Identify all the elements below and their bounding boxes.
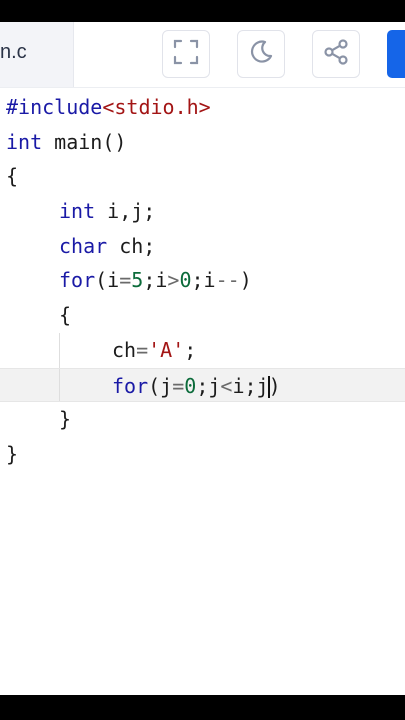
code-token: <stdio.h> — [102, 95, 211, 119]
code-line[interactable]: for(i=5;i>0;i--) — [0, 263, 405, 298]
code-token: 'A' — [148, 337, 185, 362]
code-line-content: #include<stdio.h> — [6, 90, 211, 125]
file-tab[interactable]: n.c — [0, 22, 74, 87]
code-line-content: int i,j; — [59, 194, 155, 229]
code-token: 0 — [179, 268, 192, 293]
code-token: > — [167, 268, 180, 293]
share-icon — [322, 38, 350, 71]
code-token: (j — [148, 373, 173, 398]
code-line-content: ch='A'; — [112, 333, 196, 368]
code-line-active[interactable]: for(j=0;j<i;j) — [0, 367, 405, 404]
code-line-content: } — [59, 402, 71, 437]
code-line-content: char ch; — [59, 229, 155, 264]
indent-guide — [59, 368, 60, 402]
code-token: ;i — [143, 268, 168, 293]
fullscreen-button[interactable] — [162, 30, 210, 78]
code-token: 0 — [184, 373, 197, 398]
code-line[interactable]: int i,j; — [0, 194, 405, 229]
code-token: i,j; — [95, 199, 156, 224]
code-line[interactable]: } — [0, 402, 405, 437]
code-token: < — [220, 373, 233, 398]
code-line[interactable]: { — [0, 159, 405, 194]
code-token: char — [59, 233, 108, 258]
indent-guide — [59, 332, 60, 368]
code-line[interactable]: ch='A'; — [0, 332, 405, 368]
code-line[interactable]: #include<stdio.h> — [0, 90, 405, 125]
code-token: int — [6, 129, 43, 154]
editor-toolbar: n.c — [0, 22, 405, 87]
code-token: ch — [112, 337, 137, 362]
theme-toggle-button[interactable] — [237, 30, 285, 78]
code-token: ) — [239, 268, 252, 293]
code-token: for — [59, 268, 96, 293]
code-token: } — [6, 441, 19, 466]
code-token: = — [136, 337, 149, 362]
code-token: int — [59, 199, 96, 224]
code-token: main() — [42, 129, 127, 154]
code-line-content: for(i=5;i>0;i--) — [59, 263, 252, 298]
code-token: { — [59, 303, 72, 328]
code-token: ; — [184, 337, 197, 362]
file-tab-label: n.c — [0, 41, 27, 63]
code-token: = — [119, 268, 132, 293]
code-token: 5 — [131, 268, 144, 293]
editor-screen: n.c #include<stdio.h> int main() {int i… — [0, 22, 405, 695]
code-token: } — [59, 407, 72, 432]
code-token: { — [6, 164, 19, 189]
code-line[interactable]: char ch; — [0, 229, 405, 264]
code-token: i;j — [232, 373, 269, 398]
code-editor[interactable]: #include<stdio.h> int main(){int i,j; char… — [0, 90, 405, 472]
code-token: ;j — [196, 373, 221, 398]
code-line-content: { — [6, 159, 18, 194]
code-line-content: { — [59, 298, 71, 333]
moon-icon — [247, 38, 275, 71]
code-line[interactable]: int main() — [0, 125, 405, 160]
toolbar-divider — [0, 87, 405, 88]
code-line[interactable]: { — [0, 298, 405, 333]
code-line-content: } — [6, 437, 18, 472]
code-token: -- — [215, 268, 240, 293]
code-token: ) — [268, 373, 281, 398]
code-line-content: for(j=0;j<i;j) — [112, 369, 281, 404]
code-line-content: int main() — [6, 125, 126, 160]
code-token: (i — [95, 268, 120, 293]
fullscreen-icon — [172, 38, 200, 71]
code-token: #include — [6, 95, 103, 119]
code-token: ch; — [107, 233, 156, 258]
code-token: for — [112, 373, 149, 398]
run-button[interactable] — [387, 30, 405, 78]
code-line[interactable]: } — [0, 437, 405, 472]
code-token: = — [172, 373, 185, 398]
code-token: ;i — [191, 268, 216, 293]
share-button[interactable] — [312, 30, 360, 78]
